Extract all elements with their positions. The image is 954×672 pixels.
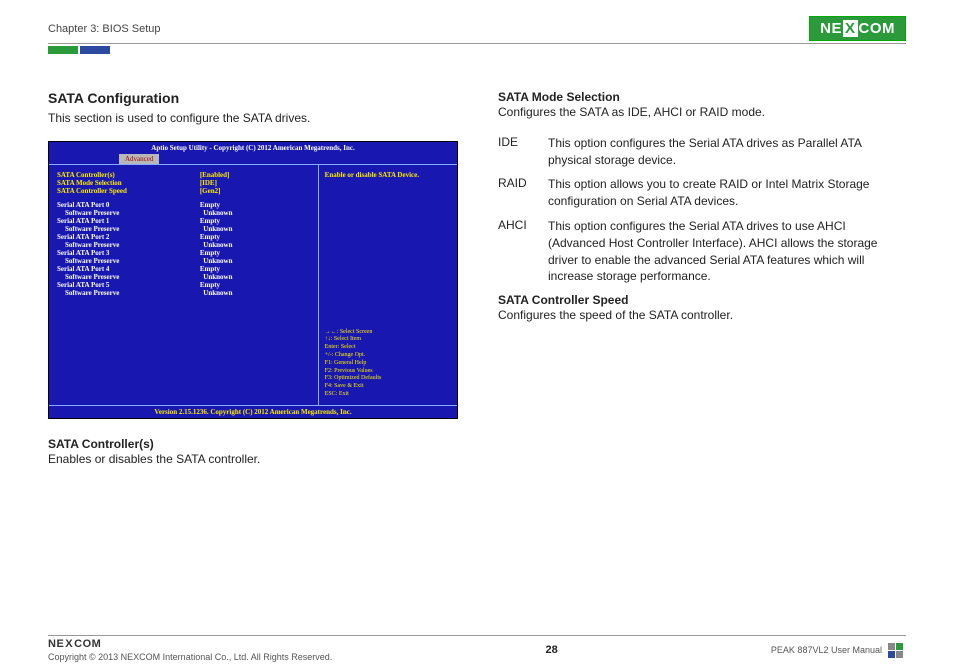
bios-port-value: Empty [200, 217, 310, 225]
bios-setting-label: SATA Controller(s) [57, 171, 200, 179]
sata-speed-heading: SATA Controller Speed [498, 293, 906, 307]
bios-port-label: Serial ATA Port 0 [57, 201, 200, 209]
mode-option-desc: This option allows you to create RAID or… [548, 176, 906, 210]
bios-setting-label: SATA Mode Selection [57, 179, 200, 187]
page-footer: NEXCOM Copyright © 2013 NEXCOM Internati… [48, 635, 906, 662]
bios-key-hint: Enter: Select [325, 344, 451, 352]
bios-port-label: Serial ATA Port 1 [57, 217, 200, 225]
bios-port-label: Serial ATA Port 2 [57, 233, 200, 241]
bios-tab-advanced: Advanced [119, 154, 159, 164]
bios-footer: Version 2.15.1236. Copyright (C) 2012 Am… [49, 405, 457, 418]
bios-settings-panel: SATA Controller(s)[Enabled]SATA Mode Sel… [49, 165, 318, 405]
bios-screenshot: Aptio Setup Utility - Copyright (C) 2012… [48, 141, 458, 419]
bios-port-value: Empty [200, 281, 310, 289]
bios-port-value: Empty [200, 201, 310, 209]
bios-port-label: Software Preserve [57, 257, 203, 265]
bios-port-label: Software Preserve [57, 209, 203, 217]
manual-name: PEAK 887VL2 User Manual [771, 645, 882, 655]
bios-key-hint: +/-: Change Opt. [325, 352, 451, 360]
bios-key-hint: →←: Select Screen [325, 329, 451, 337]
mode-option-key: AHCI [498, 218, 548, 285]
bios-title: Aptio Setup Utility - Copyright (C) 2012… [49, 142, 457, 154]
page-number: 28 [545, 644, 557, 656]
bios-setting-value: [IDE] [200, 179, 310, 187]
sata-controllers-heading: SATA Controller(s) [48, 437, 458, 451]
bios-key-hint: F1: General Help [325, 360, 451, 368]
mode-option-desc: This option configures the Serial ATA dr… [548, 135, 906, 169]
bios-port-value: Unknown [203, 225, 309, 233]
bios-key-hint: ESC: Exit [325, 391, 451, 399]
footer-logo: NEXCOM [48, 638, 332, 650]
bios-key-hint: F4: Save & Exit [325, 383, 451, 391]
section-intro: This section is used to configure the SA… [48, 110, 458, 127]
decorative-squares-icon [888, 643, 906, 658]
sata-speed-text: Configures the speed of the SATA control… [498, 307, 906, 324]
bios-port-label: Software Preserve [57, 225, 203, 233]
mode-option-key: IDE [498, 135, 548, 169]
chapter-title: Chapter 3: BIOS Setup [48, 23, 161, 35]
bios-key-legend: →←: Select Screen↑↓: Select ItemEnter: S… [325, 329, 451, 399]
right-column: SATA Mode Selection Configures the SATA … [498, 90, 906, 468]
sata-mode-text: Configures the SATA as IDE, AHCI or RAID… [498, 104, 906, 121]
footer-copyright: Copyright © 2013 NEXCOM International Co… [48, 652, 332, 662]
bios-port-value: Empty [200, 233, 310, 241]
left-column: SATA Configuration This section is used … [48, 90, 458, 468]
bios-port-label: Serial ATA Port 4 [57, 265, 200, 273]
bios-port-value: Unknown [203, 273, 309, 281]
bios-port-label: Software Preserve [57, 289, 203, 297]
mode-definitions: IDEThis option configures the Serial ATA… [498, 135, 906, 285]
bios-port-label: Software Preserve [57, 241, 203, 249]
sata-controllers-text: Enables or disables the SATA controller. [48, 451, 458, 468]
bios-port-label: Serial ATA Port 3 [57, 249, 200, 257]
page-header: Chapter 3: BIOS Setup NEXCOM [48, 16, 906, 44]
bios-port-value: Unknown [203, 289, 309, 297]
mode-option-desc: This option configures the Serial ATA dr… [548, 218, 906, 285]
bios-key-hint: ↑↓: Select Item [325, 336, 451, 344]
bios-port-value: Empty [200, 249, 310, 257]
bios-help-text: Enable or disable SATA Device. [325, 171, 451, 179]
bios-port-value: Unknown [203, 241, 309, 249]
decorative-tabs [48, 46, 906, 54]
bios-help-panel: Enable or disable SATA Device. →←: Selec… [318, 165, 457, 405]
bios-port-label: Serial ATA Port 5 [57, 281, 200, 289]
bios-setting-value: [Gen2] [200, 187, 310, 195]
mode-option-key: RAID [498, 176, 548, 210]
sata-mode-heading: SATA Mode Selection [498, 90, 906, 104]
nexcom-logo: NEXCOM [809, 16, 906, 41]
bios-port-value: Unknown [203, 209, 309, 217]
bios-key-hint: F3: Optimized Defaults [325, 375, 451, 383]
bios-setting-label: SATA Controller Speed [57, 187, 200, 195]
bios-port-value: Empty [200, 265, 310, 273]
bios-port-value: Unknown [203, 257, 309, 265]
bios-setting-value: [Enabled] [200, 171, 310, 179]
section-heading: SATA Configuration [48, 90, 458, 106]
bios-port-label: Software Preserve [57, 273, 203, 281]
